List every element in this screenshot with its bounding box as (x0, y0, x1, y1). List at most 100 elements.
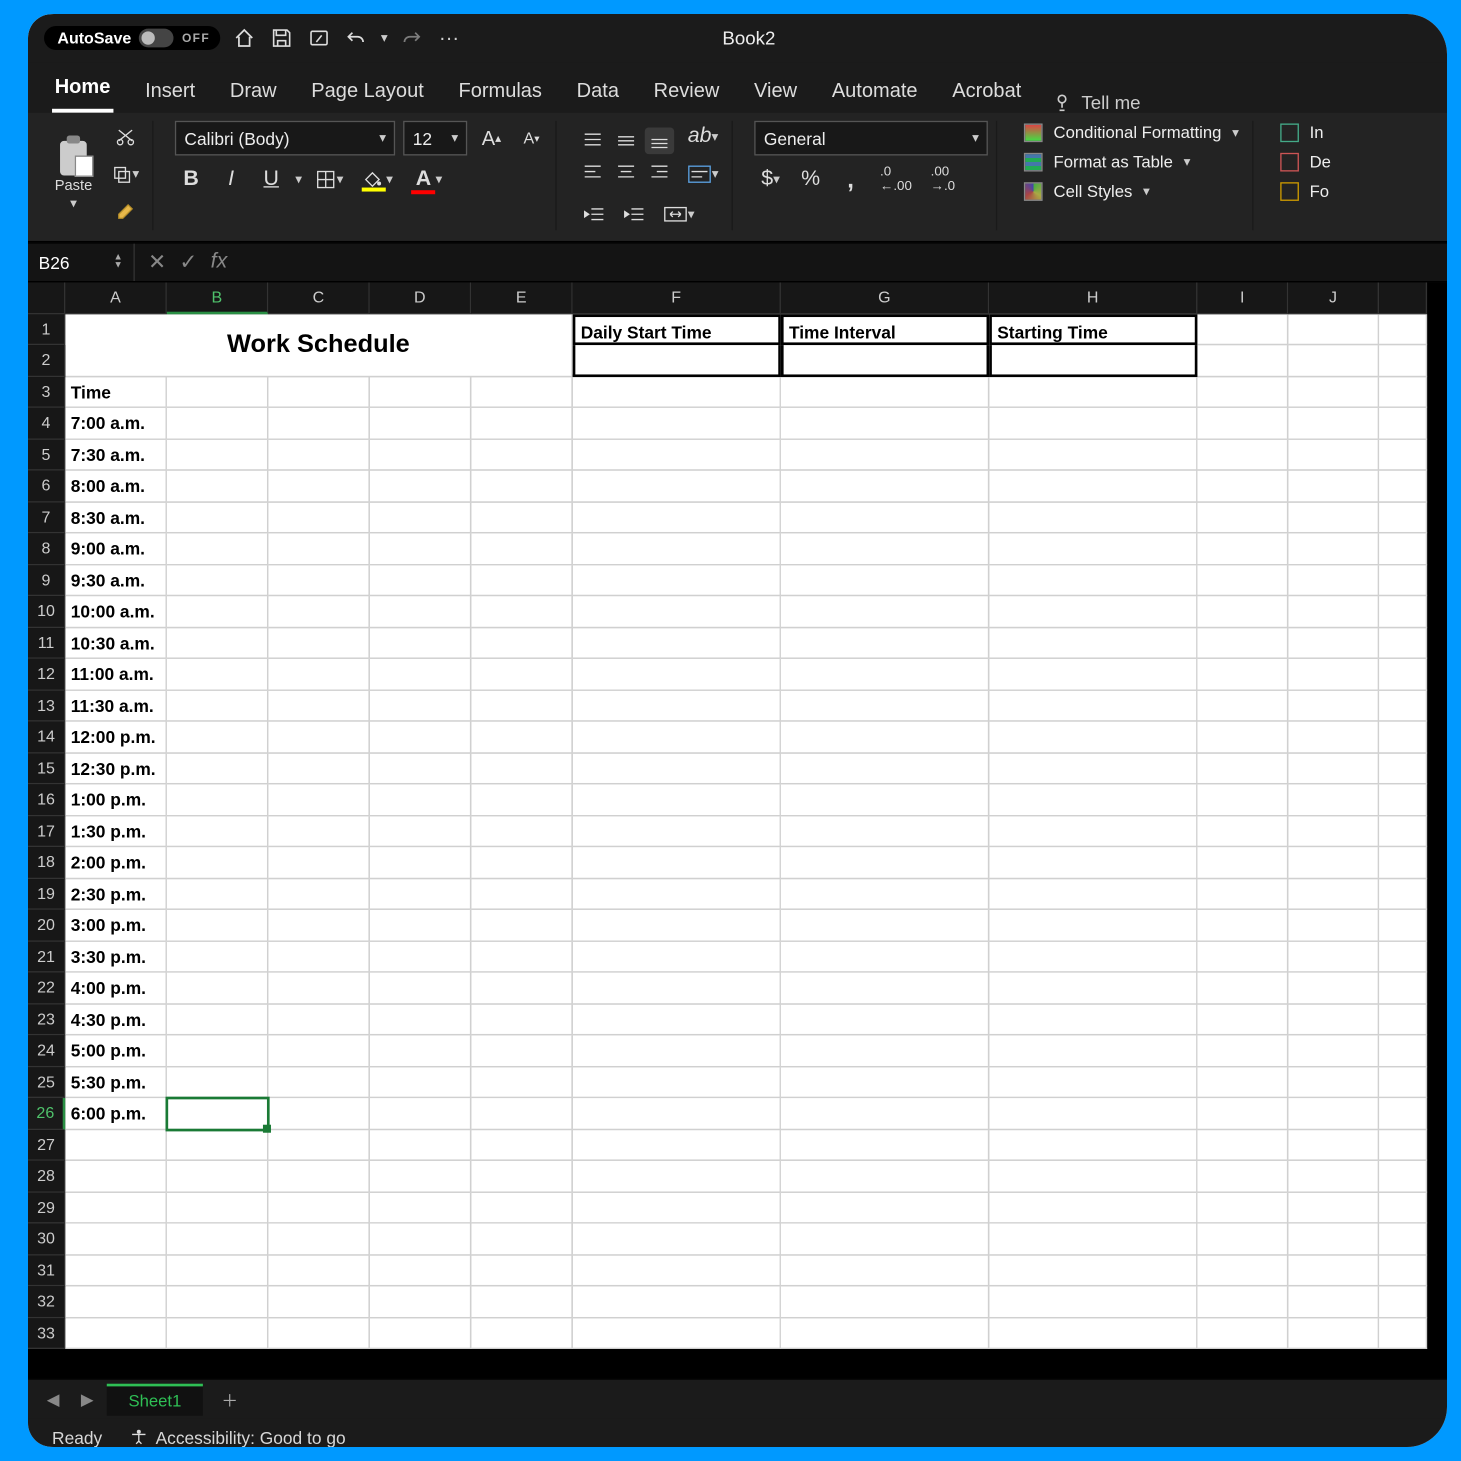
cell-K13[interactable] (1379, 690, 1427, 721)
align-right-button[interactable] (645, 158, 674, 185)
cell-E23[interactable] (471, 1004, 572, 1035)
row-header-4[interactable]: 4 (28, 408, 65, 439)
name-box[interactable]: B26 ▲▼ (28, 244, 135, 281)
cell-K26[interactable] (1379, 1098, 1427, 1129)
undo-dropdown-icon[interactable]: ▾ (381, 31, 388, 46)
cell-J21[interactable] (1288, 941, 1379, 972)
cell-F7[interactable] (573, 502, 781, 533)
align-top-button[interactable] (578, 127, 607, 154)
cell-C23[interactable] (268, 1004, 369, 1035)
align-center-button[interactable] (612, 158, 641, 185)
cell-F22[interactable] (573, 973, 781, 1004)
save-icon[interactable] (269, 25, 296, 52)
row-header-5[interactable]: 5 (28, 439, 65, 470)
cell-I10[interactable] (1197, 596, 1288, 627)
cell-B24[interactable] (167, 1035, 268, 1066)
cell-G26[interactable] (781, 1098, 989, 1129)
cell-J29[interactable] (1288, 1192, 1379, 1223)
cell-E28[interactable] (471, 1161, 572, 1192)
column-header-G[interactable]: G (781, 282, 989, 313)
cell-H14[interactable] (989, 722, 1197, 753)
cell-G15[interactable] (781, 753, 989, 784)
cell-styles-button[interactable]: Cell Styles ▾ (1019, 180, 1244, 204)
cell-D31[interactable] (370, 1255, 471, 1286)
cell-D29[interactable] (370, 1192, 471, 1223)
cell-K14[interactable] (1379, 722, 1427, 753)
cell-K23[interactable] (1379, 1004, 1427, 1035)
decrease-decimal-button[interactable]: .00→.0 (925, 164, 960, 196)
cell-J20[interactable] (1288, 910, 1379, 941)
cell-C14[interactable] (268, 722, 369, 753)
cell-H11[interactable] (989, 627, 1197, 658)
cut-button[interactable] (106, 121, 145, 153)
cell-F15[interactable] (573, 753, 781, 784)
cell-J24[interactable] (1288, 1035, 1379, 1066)
borders-button[interactable]: ▾ (310, 164, 349, 196)
cell-F12[interactable] (573, 659, 781, 690)
cell-E33[interactable] (471, 1318, 572, 1349)
cell-I5[interactable] (1197, 439, 1288, 470)
column-header-C[interactable]: C (268, 282, 369, 313)
column-header-A[interactable]: A (65, 282, 166, 313)
cell-K11[interactable] (1379, 627, 1427, 658)
cell-I23[interactable] (1197, 1004, 1288, 1035)
increase-font-button[interactable]: A▴ (475, 122, 507, 154)
row-header-3[interactable]: 3 (28, 376, 65, 407)
cell-K10[interactable] (1379, 596, 1427, 627)
cell-E7[interactable] (471, 502, 572, 533)
cell-I6[interactable] (1197, 471, 1288, 502)
cell-I16[interactable] (1197, 784, 1288, 815)
cell-B5[interactable] (167, 439, 268, 470)
cell-B33[interactable] (167, 1318, 268, 1349)
tab-page-layout[interactable]: Page Layout (309, 71, 427, 112)
cell-J13[interactable] (1288, 690, 1379, 721)
cell-C24[interactable] (268, 1035, 369, 1066)
cell-K18[interactable] (1379, 847, 1427, 878)
cell-K4[interactable] (1379, 408, 1427, 439)
cell-A32[interactable] (65, 1286, 166, 1317)
cell-F2[interactable] (573, 345, 781, 376)
cell-H21[interactable] (989, 941, 1197, 972)
cell-G1[interactable]: Time Interval (781, 314, 989, 345)
autosave-toggle[interactable]: AutoSave OFF (44, 26, 221, 50)
cell-G6[interactable] (781, 471, 989, 502)
tab-automate[interactable]: Automate (829, 71, 920, 112)
cell-A6[interactable]: 8:00 a.m. (65, 471, 166, 502)
cell-J8[interactable] (1288, 533, 1379, 564)
cell-C33[interactable] (268, 1318, 369, 1349)
cell-H15[interactable] (989, 753, 1197, 784)
cell-B6[interactable] (167, 471, 268, 502)
cell-H27[interactable] (989, 1129, 1197, 1160)
cell-C29[interactable] (268, 1192, 369, 1223)
cell-G12[interactable] (781, 659, 989, 690)
cell-D21[interactable] (370, 941, 471, 972)
cell-H24[interactable] (989, 1035, 1197, 1066)
cell-I2[interactable] (1197, 345, 1288, 376)
cell-A18[interactable]: 2:00 p.m. (65, 847, 166, 878)
export-icon[interactable] (306, 25, 333, 52)
cell-A23[interactable]: 4:30 p.m. (65, 1004, 166, 1035)
cell-K1[interactable] (1379, 314, 1427, 345)
cell-H19[interactable] (989, 878, 1197, 909)
cell-B14[interactable] (167, 722, 268, 753)
cell-J4[interactable] (1288, 408, 1379, 439)
cell-I17[interactable] (1197, 816, 1288, 847)
cell-I24[interactable] (1197, 1035, 1288, 1066)
cell-J7[interactable] (1288, 502, 1379, 533)
cell-A8[interactable]: 9:00 a.m. (65, 533, 166, 564)
cell-E14[interactable] (471, 722, 572, 753)
row-header-8[interactable]: 8 (28, 533, 65, 564)
cell-B12[interactable] (167, 659, 268, 690)
cell-K16[interactable] (1379, 784, 1427, 815)
cell-H28[interactable] (989, 1161, 1197, 1192)
tab-formulas[interactable]: Formulas (456, 71, 545, 112)
cell-G4[interactable] (781, 408, 989, 439)
row-header-22[interactable]: 22 (28, 973, 65, 1004)
cell-F32[interactable] (573, 1286, 781, 1317)
cell-K6[interactable] (1379, 471, 1427, 502)
cell-A14[interactable]: 12:00 p.m. (65, 722, 166, 753)
cell-D22[interactable] (370, 973, 471, 1004)
cell-J16[interactable] (1288, 784, 1379, 815)
cell-F14[interactable] (573, 722, 781, 753)
cell-I20[interactable] (1197, 910, 1288, 941)
